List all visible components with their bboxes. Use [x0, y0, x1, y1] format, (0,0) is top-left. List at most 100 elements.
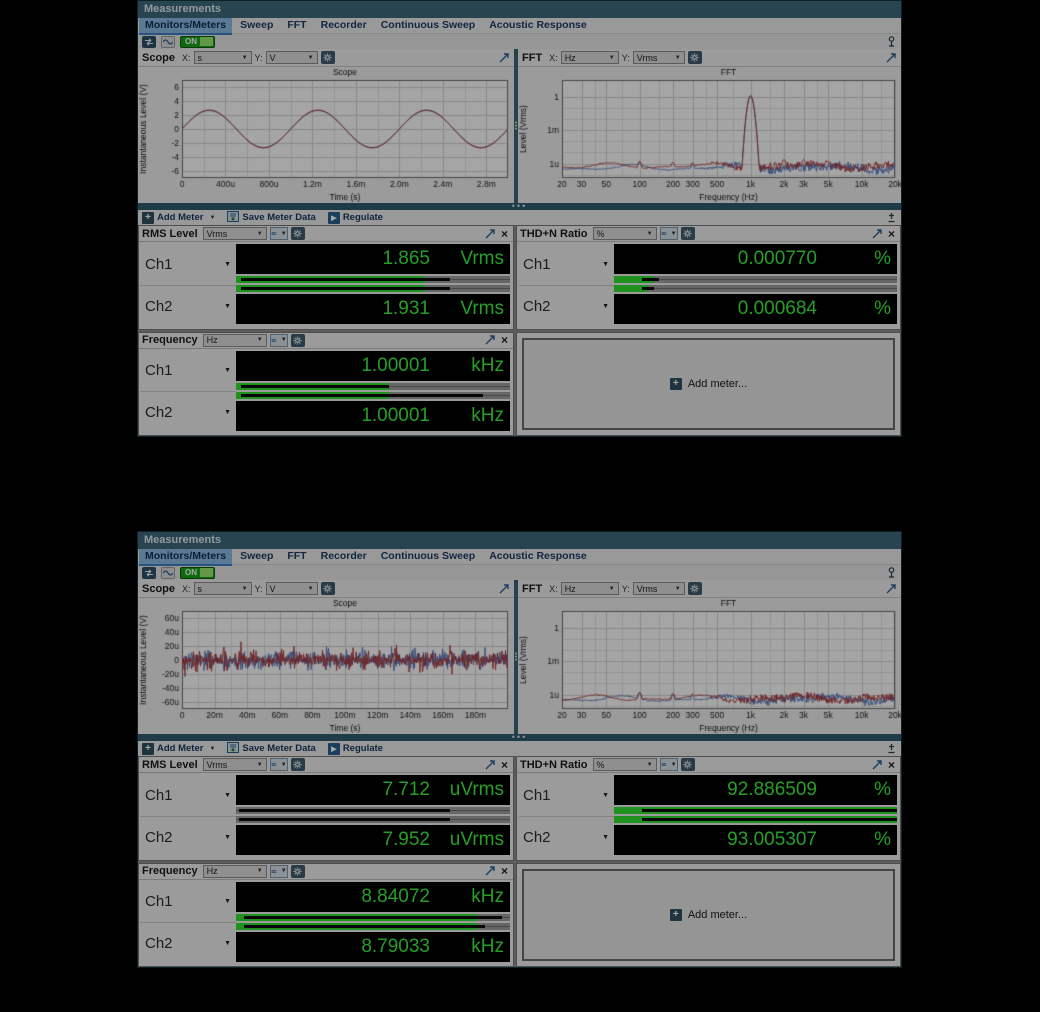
- save-meter-data-button[interactable]: Save Meter Data: [227, 211, 315, 225]
- tab-continuous-sweep[interactable]: Continuous Sweep: [375, 18, 482, 33]
- window-titlebar[interactable]: Measurements: [138, 1, 901, 18]
- gear-icon[interactable]: [291, 334, 305, 347]
- fft-x-unit-select[interactable]: Hz▼: [561, 51, 619, 64]
- tab-monitors-meters[interactable]: Monitors/Meters: [139, 549, 232, 564]
- tab-recorder[interactable]: Recorder: [315, 18, 373, 33]
- chevron-down-icon: ▼: [675, 586, 681, 592]
- regulate-button[interactable]: ▶ Regulate: [328, 743, 383, 755]
- add-meter-button[interactable]: + Add Meter ▼: [142, 743, 215, 755]
- close-icon[interactable]: ×: [886, 759, 897, 771]
- tab-sweep[interactable]: Sweep: [234, 549, 279, 564]
- save-meter-data-button[interactable]: Save Meter Data: [227, 742, 315, 756]
- tab-fft[interactable]: FFT: [281, 549, 312, 564]
- channel-select[interactable]: Ch2▼: [141, 286, 236, 327]
- gear-icon[interactable]: [291, 865, 305, 878]
- regulate-button[interactable]: ▶ Regulate: [328, 212, 383, 224]
- channel-select[interactable]: Ch1▼: [519, 775, 614, 817]
- expand-icon[interactable]: [484, 334, 496, 346]
- gear-icon[interactable]: [681, 758, 695, 771]
- pin-meters-icon[interactable]: [885, 743, 897, 755]
- channel-select[interactable]: Ch1▼: [141, 775, 236, 817]
- gear-icon[interactable]: [688, 51, 702, 64]
- io-connector-icon[interactable]: [142, 567, 156, 579]
- generator-on-toggle[interactable]: ON: [180, 36, 215, 48]
- scope-chart-canvas[interactable]: [138, 67, 514, 203]
- expand-icon[interactable]: [871, 228, 883, 240]
- expand-icon[interactable]: [885, 52, 897, 64]
- expand-icon[interactable]: [484, 865, 496, 877]
- tab-recorder[interactable]: Recorder: [315, 549, 373, 564]
- fft-x-unit-select[interactable]: Hz▼: [561, 582, 619, 595]
- tab-acoustic-response[interactable]: Acoustic Response: [483, 18, 592, 33]
- gear-icon[interactable]: [291, 758, 305, 771]
- scope-panel-title: Scope: [142, 52, 175, 64]
- fft-y-unit-select[interactable]: Vrms▼: [633, 582, 685, 595]
- scope-panel-header: Scope X: s▼ Y: V▼: [138, 580, 514, 598]
- chevron-down-icon: ▼: [224, 792, 231, 799]
- scope-chart-canvas[interactable]: [138, 598, 514, 734]
- expand-icon[interactable]: [871, 759, 883, 771]
- channel-select[interactable]: Ch2▼: [141, 817, 236, 858]
- bar-style-select[interactable]: ▼: [660, 758, 678, 771]
- bar-style-select[interactable]: ▼: [660, 227, 678, 240]
- unit-select[interactable]: %▼: [593, 227, 657, 240]
- expand-icon[interactable]: [498, 583, 510, 595]
- bar-style-select[interactable]: ▼: [270, 758, 288, 771]
- channel-select[interactable]: Ch2▼: [141, 392, 236, 433]
- waveform-monitor-icon[interactable]: [161, 567, 175, 579]
- expand-icon[interactable]: [484, 228, 496, 240]
- unit-select[interactable]: Vrms▼: [203, 758, 267, 771]
- close-icon[interactable]: ×: [499, 865, 510, 877]
- expand-icon[interactable]: [885, 583, 897, 595]
- channel-select[interactable]: Ch1▼: [141, 351, 236, 393]
- gear-icon[interactable]: [291, 227, 305, 240]
- add-meter-button[interactable]: + Add Meter ▼: [142, 212, 215, 224]
- close-icon[interactable]: ×: [499, 759, 510, 771]
- io-connector-icon[interactable]: [142, 36, 156, 48]
- channel-select[interactable]: Ch1▼: [519, 244, 614, 286]
- close-icon[interactable]: ×: [499, 334, 510, 346]
- unit-select[interactable]: %▼: [593, 758, 657, 771]
- window-titlebar[interactable]: Measurements: [138, 532, 901, 549]
- generator-on-toggle[interactable]: ON: [180, 567, 215, 579]
- add-meter-placeholder[interactable]: + Add meter...: [522, 338, 895, 431]
- channel-select[interactable]: Ch2▼: [519, 817, 614, 858]
- scope-x-unit-select[interactable]: s▼: [194, 51, 252, 64]
- tab-acoustic-response[interactable]: Acoustic Response: [483, 549, 592, 564]
- close-icon[interactable]: ×: [886, 228, 897, 240]
- expand-icon[interactable]: [484, 759, 496, 771]
- channel-select[interactable]: Ch1▼: [141, 244, 236, 286]
- tab-fft[interactable]: FFT: [281, 18, 312, 33]
- unit-select[interactable]: Hz▼: [203, 865, 267, 878]
- fft-chart-canvas[interactable]: [518, 598, 901, 734]
- gear-icon[interactable]: [681, 227, 695, 240]
- unit-select[interactable]: Hz▼: [203, 334, 267, 347]
- fft-y-unit-select[interactable]: Vrms▼: [633, 51, 685, 64]
- fft-chart-canvas[interactable]: [518, 67, 901, 203]
- pin-meters-icon[interactable]: [885, 212, 897, 224]
- gear-icon[interactable]: [688, 582, 702, 595]
- waveform-monitor-icon[interactable]: [161, 36, 175, 48]
- tab-monitors-meters[interactable]: Monitors/Meters: [139, 18, 232, 33]
- pin-icon[interactable]: [885, 36, 897, 48]
- close-icon[interactable]: ×: [499, 228, 510, 240]
- scope-x-unit-select[interactable]: s▼: [194, 582, 252, 595]
- channel-select[interactable]: Ch1▼: [141, 882, 236, 924]
- channel-select[interactable]: Ch2▼: [141, 923, 236, 964]
- tab-continuous-sweep[interactable]: Continuous Sweep: [375, 549, 482, 564]
- plots-meters-splitter[interactable]: •••: [138, 203, 901, 210]
- scope-y-unit-select[interactable]: V▼: [266, 582, 318, 595]
- scope-y-unit-select[interactable]: V▼: [266, 51, 318, 64]
- add-meter-placeholder[interactable]: + Add meter...: [522, 869, 895, 962]
- bar-style-select[interactable]: ▼: [270, 865, 288, 878]
- gear-icon[interactable]: [321, 51, 335, 64]
- bar-style-select[interactable]: ▼: [270, 334, 288, 347]
- unit-select[interactable]: Vrms▼: [203, 227, 267, 240]
- channel-select[interactable]: Ch2▼: [519, 286, 614, 327]
- pin-icon[interactable]: [885, 567, 897, 579]
- expand-icon[interactable]: [498, 52, 510, 64]
- gear-icon[interactable]: [321, 582, 335, 595]
- plots-meters-splitter[interactable]: •••: [138, 734, 901, 741]
- bar-style-select[interactable]: ▼: [270, 227, 288, 240]
- tab-sweep[interactable]: Sweep: [234, 18, 279, 33]
